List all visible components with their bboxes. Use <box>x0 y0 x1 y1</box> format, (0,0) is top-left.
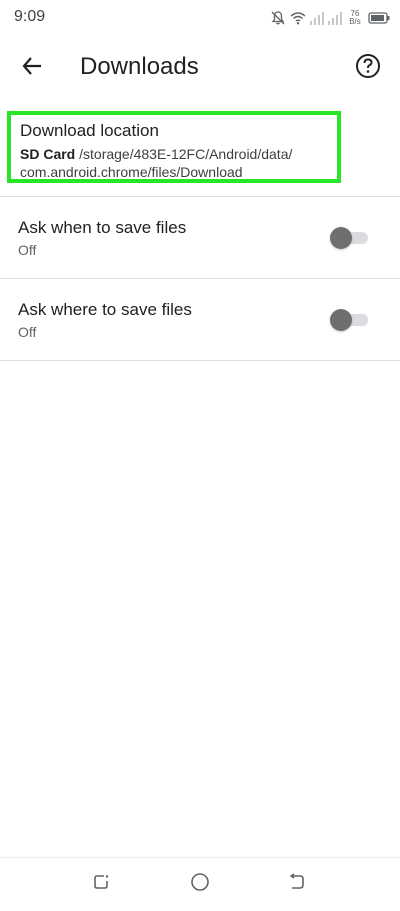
navigation-bar <box>0 857 400 911</box>
recent-apps-icon <box>91 872 111 897</box>
home-icon <box>190 872 210 897</box>
back-button[interactable] <box>14 50 50 86</box>
download-location-item[interactable]: Download location SD Card /storage/483E-… <box>7 111 341 183</box>
back-nav-button[interactable] <box>285 872 309 896</box>
divider <box>0 196 400 197</box>
home-button[interactable] <box>188 872 212 896</box>
setting-ask-where-to-save[interactable]: Ask where to save files Off <box>0 280 400 360</box>
storage-name: SD Card <box>20 146 76 162</box>
help-icon <box>355 53 381 84</box>
download-location-title: Download location <box>20 121 159 140</box>
setting-ask-when-to-save[interactable]: Ask when to save files Off <box>0 198 400 278</box>
status-time: 9:09 <box>14 8 46 25</box>
status-icons: 76 B/s <box>270 8 390 28</box>
network-speed: 76 B/s <box>346 10 364 26</box>
toggle-thumb <box>330 227 352 249</box>
divider <box>0 278 400 279</box>
setting-summary: Off <box>18 242 37 258</box>
download-location-path: SD Card /storage/483E-12FC/Android/data/… <box>20 145 340 181</box>
signal-icon <box>310 11 324 25</box>
recent-apps-button[interactable] <box>89 872 113 896</box>
page-title: Downloads <box>80 53 199 80</box>
ask-when-to-save-toggle[interactable] <box>330 226 370 250</box>
back-nav-icon <box>287 872 307 897</box>
setting-summary: Off <box>18 324 37 340</box>
download-path-line2: com.android.chrome/files/Download <box>20 164 243 180</box>
network-speed-unit: B/s <box>349 17 361 26</box>
notifications-off-icon <box>270 10 286 26</box>
download-path-line1: /storage/483E-12FC/Android/data/ <box>75 146 293 162</box>
toggle-thumb <box>330 309 352 331</box>
help-button[interactable] <box>352 52 384 84</box>
divider <box>0 360 400 361</box>
signal-icon <box>328 11 342 25</box>
ask-where-to-save-toggle[interactable] <box>330 308 370 332</box>
wifi-icon <box>290 11 306 25</box>
arrow-back-icon <box>21 55 43 82</box>
setting-title: Ask when to save files <box>18 218 187 237</box>
status-bar: 9:09 76 B/s <box>0 0 400 36</box>
app-bar: Downloads <box>0 36 400 100</box>
setting-title: Ask where to save files <box>18 300 192 319</box>
battery-icon <box>368 12 390 24</box>
